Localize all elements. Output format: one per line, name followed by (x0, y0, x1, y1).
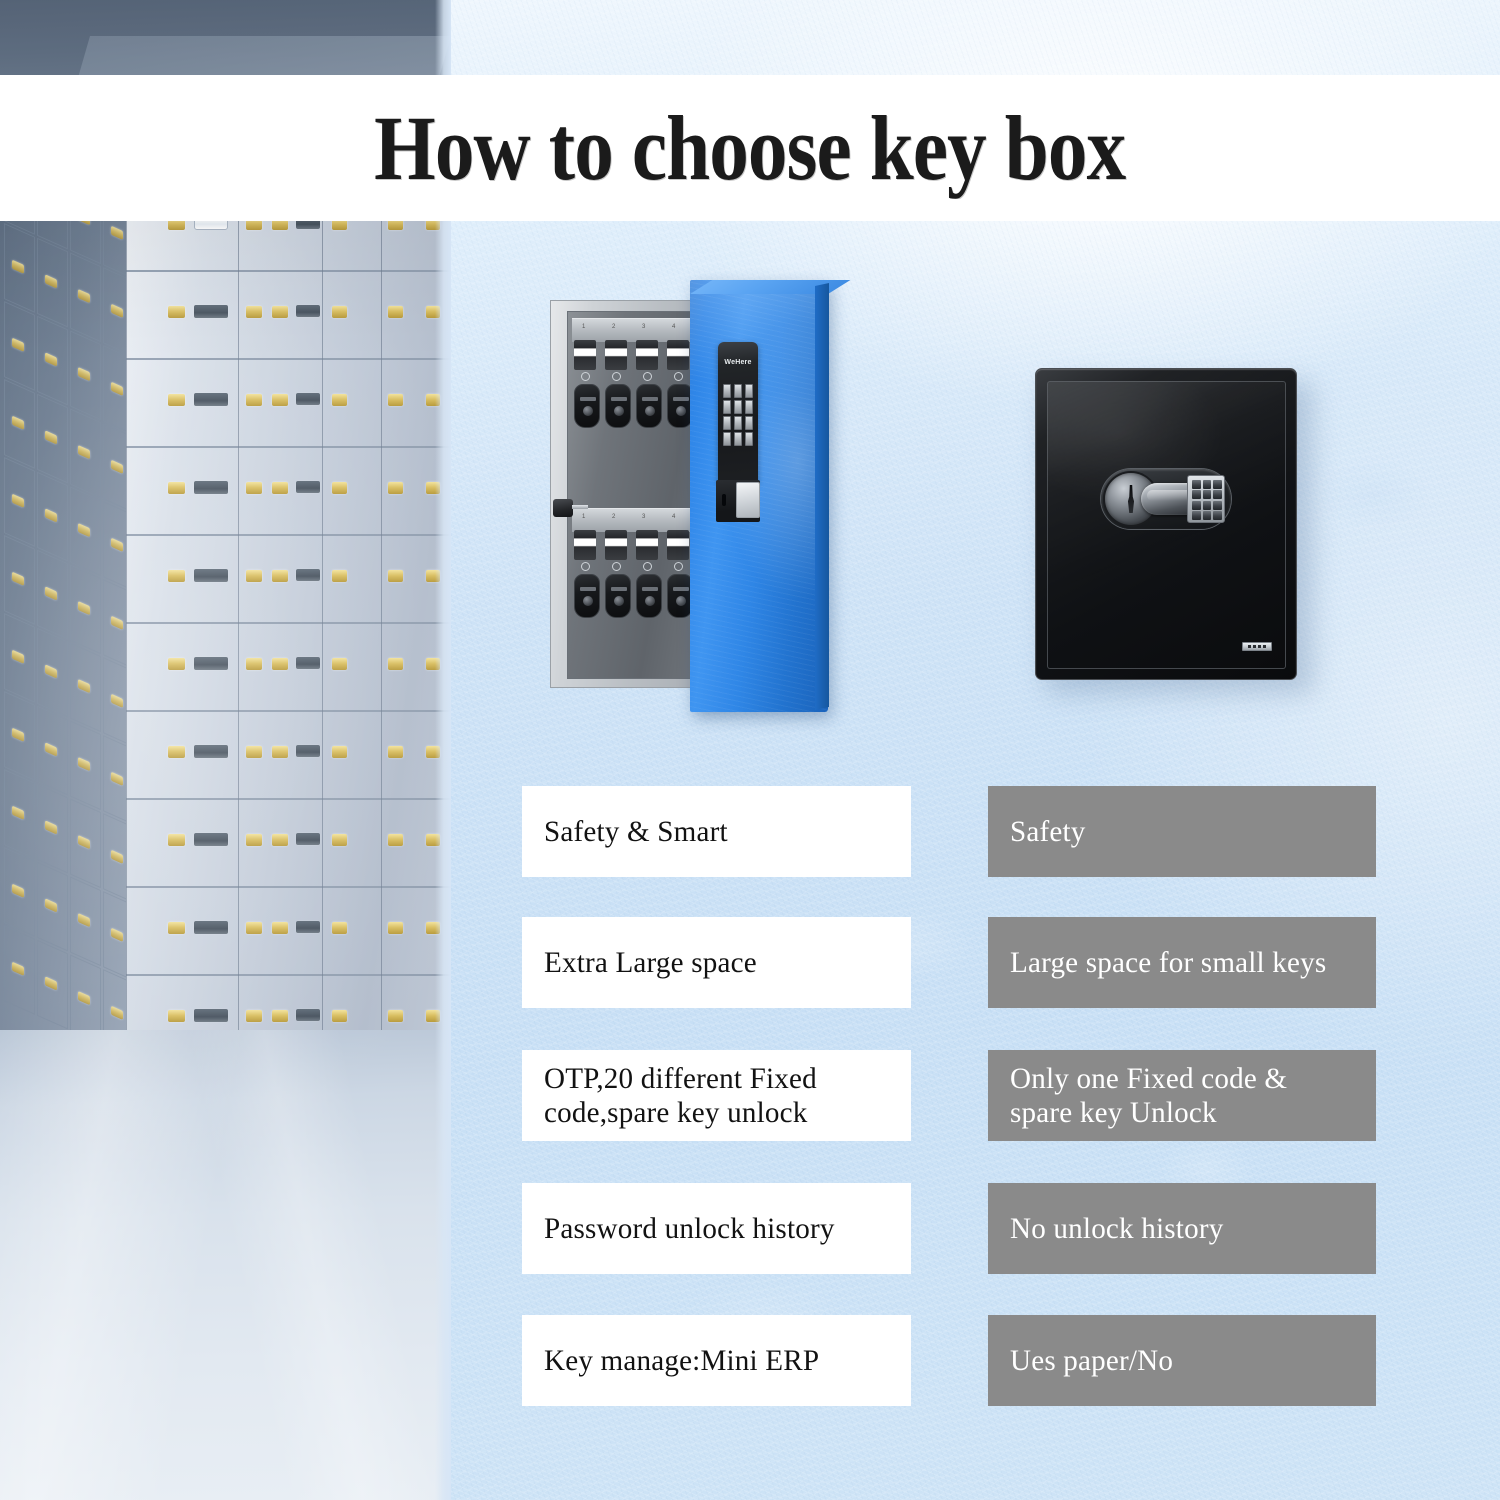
feature-chip-safe-4: No unlock history (988, 1183, 1376, 1274)
feature-chip-label: Key manage:Mini ERP (544, 1343, 820, 1377)
comparison-table: Safety & Smart Safety Extra Large space Lar… (0, 0, 1500, 1500)
feature-chip-keybox-1: Safety & Smart (522, 786, 911, 877)
feature-chip-keybox-3: OTP,20 different Fixed code,spare key un… (522, 1050, 911, 1141)
feature-chip-safe-3: Only one Fixed code & spare key Unlock (988, 1050, 1376, 1141)
feature-chip-keybox-5: Key manage:Mini ERP (522, 1315, 911, 1406)
title-band: How to choose key box (0, 75, 1500, 221)
feature-chip-safe-2: Large space for small keys (988, 917, 1376, 1008)
feature-chip-label: No unlock history (1010, 1211, 1224, 1245)
infographic-canvas: 12341234 WeHere How to choose key box Sa… (0, 0, 1500, 1500)
feature-chip-label: Extra Large space (544, 945, 757, 979)
feature-chip-label: Large space for small keys (1010, 945, 1327, 979)
feature-chip-label: Only one Fixed code & spare key Unlock (1010, 1061, 1288, 1129)
feature-chip-label: OTP,20 different Fixed code,spare key un… (544, 1061, 817, 1129)
feature-chip-safe-1: Safety (988, 786, 1376, 877)
feature-chip-label: Safety (1010, 814, 1086, 848)
feature-chip-safe-5: Ues paper/No (988, 1315, 1376, 1406)
page-title: How to choose key box (374, 97, 1126, 199)
feature-chip-label: Ues paper/No (1010, 1343, 1174, 1377)
feature-chip-keybox-2: Extra Large space (522, 917, 911, 1008)
feature-chip-label: Password unlock history (544, 1211, 835, 1245)
feature-chip-label: Safety & Smart (544, 814, 728, 848)
feature-chip-keybox-4: Password unlock history (522, 1183, 911, 1274)
